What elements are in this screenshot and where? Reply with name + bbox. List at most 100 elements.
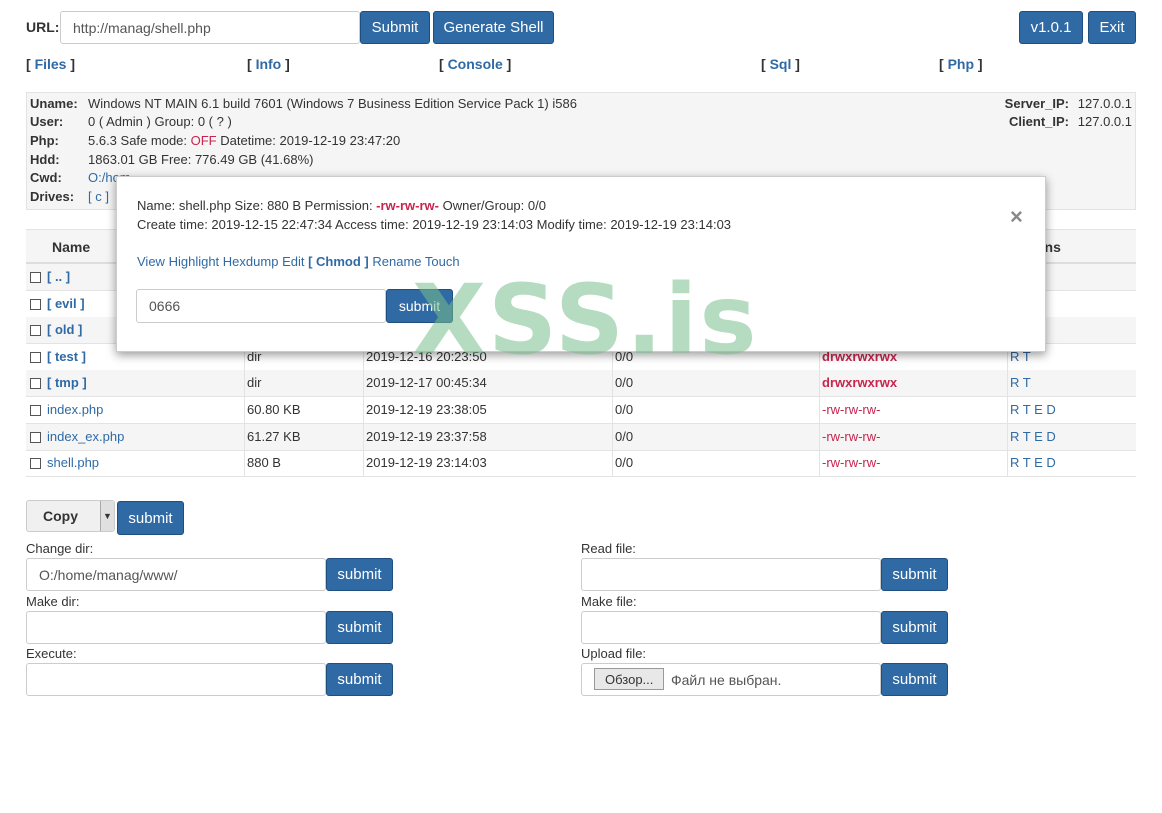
action-select-value: Copy: [43, 508, 78, 524]
file-link[interactable]: shell.php: [47, 450, 99, 476]
row-checkbox[interactable]: [30, 458, 41, 470]
nav-php-label[interactable]: Php: [948, 56, 974, 72]
cell-actions[interactable]: R T E D: [1010, 397, 1056, 423]
upload-file-submit[interactable]: submit: [881, 663, 948, 696]
cell-owner: 0/0: [615, 375, 634, 391]
nav-console[interactable]: [ Console ]: [439, 56, 511, 72]
dir-link[interactable]: [ tmp ]: [47, 370, 87, 396]
user-key: User:: [30, 114, 64, 129]
action-touch[interactable]: Touch: [425, 254, 460, 269]
row-checkbox[interactable]: [30, 378, 41, 390]
browse-button[interactable]: Обзор...: [594, 668, 665, 690]
url-input-value: http://manag/shell.php: [73, 19, 211, 36]
table-row: index_ex.php 61.27 KB 2019-12-19 23:37:58 0…: [26, 423, 1136, 451]
nav-console-label[interactable]: Console: [448, 56, 503, 72]
nav-files[interactable]: [ Files ]: [26, 56, 75, 72]
header-name[interactable]: Name: [52, 234, 90, 260]
nav-php[interactable]: [ Php ]: [939, 56, 983, 72]
make-dir-submit[interactable]: submit: [326, 611, 393, 644]
cell-size: 60.80 KB: [247, 402, 301, 417]
cell-perm[interactable]: -rw-rw-rw-: [822, 397, 880, 423]
cell-owner: 0/0: [615, 428, 634, 444]
cell-actions[interactable]: R T: [1010, 370, 1031, 396]
cell-actions[interactable]: R T E D: [1010, 450, 1056, 476]
action-rename[interactable]: Rename: [372, 254, 421, 269]
file-details-modal: Name: shell.php Size: 880 B Permission: …: [116, 176, 1046, 352]
hdd-key: Hdd:: [30, 152, 60, 167]
change-dir-value: O:/home/manag/www/: [39, 566, 178, 583]
action-chmod[interactable]: [ Chmod ]: [308, 254, 369, 269]
cell-perm[interactable]: -rw-rw-rw-: [822, 450, 880, 476]
uname-key: Uname:: [30, 96, 78, 111]
action-select[interactable]: Copy ▼: [26, 500, 115, 532]
make-file-submit[interactable]: submit: [881, 611, 948, 644]
cell-date: 2019-12-17 00:45:34: [366, 375, 487, 391]
exit-button[interactable]: Exit: [1088, 11, 1136, 44]
table-row: shell.php 880 B 2019-12-19 23:14:03 0/0 -rw-…: [26, 450, 1136, 478]
cell-perm[interactable]: -rw-rw-rw-: [822, 424, 880, 450]
row-checkbox[interactable]: [30, 298, 41, 310]
close-icon[interactable]: ×: [1010, 204, 1023, 230]
action-hexdump[interactable]: Hexdump: [223, 254, 279, 269]
client-ip-key: Client_IP:: [1009, 114, 1069, 129]
change-dir-submit[interactable]: submit: [326, 558, 393, 591]
read-file-input[interactable]: [581, 558, 881, 591]
upload-file-input[interactable]: Обзор... Файл не выбран.: [581, 663, 881, 696]
action-submit-button[interactable]: submit: [117, 501, 184, 535]
execute-submit[interactable]: submit: [326, 663, 393, 696]
read-file-label: Read file:: [581, 541, 636, 556]
file-info-prefix: Name: shell.php Size: 880 B Permission:: [137, 198, 377, 213]
dir-link[interactable]: [ evil ]: [47, 291, 85, 317]
url-label: URL:: [26, 19, 60, 35]
make-file-input[interactable]: [581, 611, 881, 644]
cell-size: dir: [247, 375, 262, 391]
chmod-submit-button[interactable]: submit: [386, 289, 453, 323]
execute-input[interactable]: [26, 663, 326, 696]
url-input[interactable]: http://manag/shell.php: [60, 11, 360, 44]
row-checkbox[interactable]: [30, 351, 41, 363]
php-datetime: Datetime: 2019-12-19 23:47:20: [216, 133, 401, 148]
action-highlight[interactable]: Highlight: [169, 254, 220, 269]
file-link[interactable]: index_ex.php: [47, 424, 124, 450]
file-link[interactable]: index.php: [47, 397, 103, 423]
uname-value: Windows NT MAIN 6.1 build 7601 (Windows …: [88, 96, 577, 111]
php-key: Php:: [30, 133, 59, 148]
version-button[interactable]: v1.0.1: [1019, 11, 1083, 44]
user-value: 0 ( Admin ) Group: 0 ( ? ): [88, 114, 232, 129]
action-view[interactable]: View: [137, 254, 165, 269]
server-ip-key: Server_IP:: [1004, 96, 1069, 111]
hdd-value: 1863.01 GB Free: 776.49 GB (41.68%): [88, 152, 314, 167]
nav-sql-label[interactable]: Sql: [770, 56, 792, 72]
row-checkbox[interactable]: [30, 431, 41, 443]
nav-files-label[interactable]: Files: [35, 56, 67, 72]
dir-link[interactable]: [ test ]: [47, 344, 86, 370]
cell-date: 2019-12-19 23:14:03: [366, 455, 487, 471]
cell-actions[interactable]: R T E D: [1010, 424, 1056, 450]
cell-size: 880 B: [247, 455, 281, 471]
make-dir-input[interactable]: [26, 611, 326, 644]
chmod-value: 0666: [149, 298, 181, 314]
nav-info-label[interactable]: Info: [256, 56, 282, 72]
cell-date: 2019-12-19 23:38:05: [366, 402, 487, 417]
nav-info[interactable]: [ Info ]: [247, 56, 290, 72]
dir-link[interactable]: [ old ]: [47, 317, 82, 343]
row-checkbox[interactable]: [30, 272, 41, 283]
server-ip-value: 127.0.0.1: [1077, 96, 1132, 111]
upload-file-label: Upload file:: [581, 646, 647, 661]
submit-button[interactable]: Submit: [360, 11, 430, 44]
cell-perm[interactable]: drwxrwxrwx: [822, 370, 897, 396]
drives-key: Drives:: [30, 189, 75, 204]
generate-shell-button[interactable]: Generate Shell: [433, 11, 554, 44]
action-edit[interactable]: Edit: [282, 254, 304, 269]
drive-c-link[interactable]: [ c ]: [88, 189, 109, 204]
chmod-input[interactable]: 0666: [136, 289, 386, 323]
nav-sql[interactable]: [ Sql ]: [761, 56, 800, 72]
read-file-submit[interactable]: submit: [881, 558, 948, 591]
row-checkbox[interactable]: [30, 405, 41, 416]
change-dir-label: Change dir:: [26, 541, 94, 556]
table-row: index.php 60.80 KB 2019-12-19 23:38:05 0/0 -…: [26, 397, 1136, 424]
change-dir-input[interactable]: O:/home/manag/www/: [26, 558, 326, 591]
cwd-key: Cwd:: [30, 170, 62, 185]
row-checkbox[interactable]: [30, 325, 41, 337]
dir-link[interactable]: [ .. ]: [47, 264, 70, 290]
